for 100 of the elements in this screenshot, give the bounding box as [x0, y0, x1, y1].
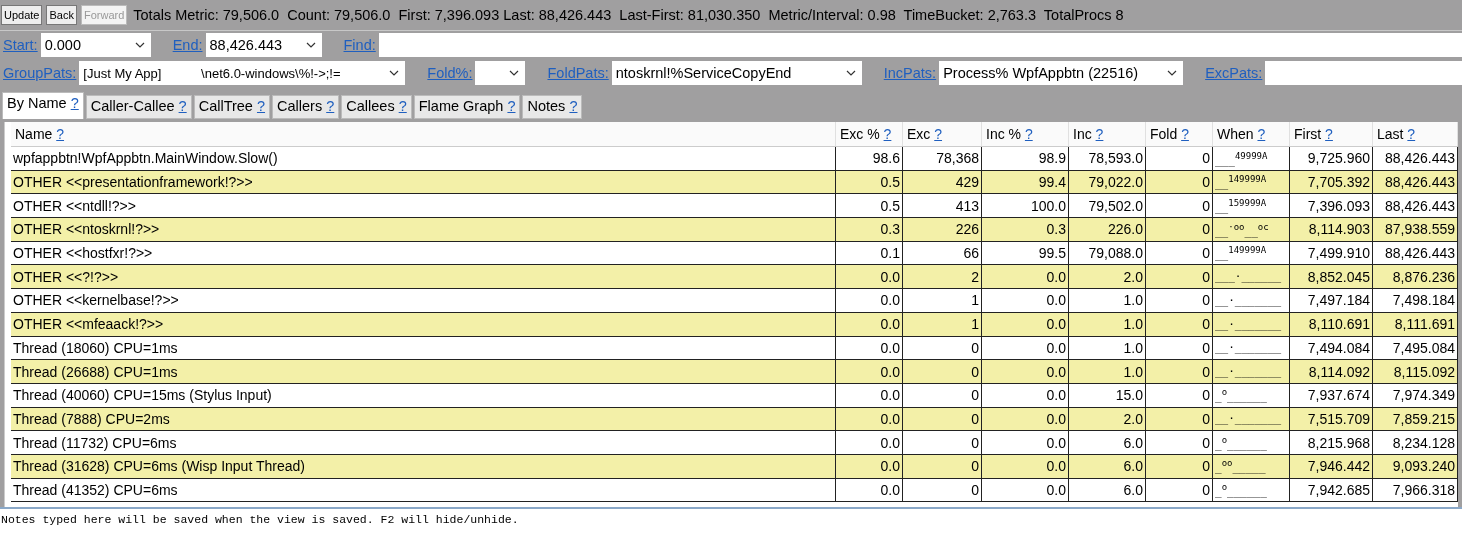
table-cell: Thread (40060) CPU=15ms (Stylus Input) — [11, 383, 836, 408]
combo-box[interactable]: Process% WpfAppbtn (22516) — [939, 61, 1184, 85]
tab[interactable]: Caller-Callee ? — [85, 95, 192, 119]
caret-icon — [389, 70, 400, 76]
timeline-cell: _$^{o}$______ — [1212, 430, 1290, 455]
column-header[interactable]: Exc ? — [902, 122, 982, 147]
caret-icon — [1167, 70, 1178, 76]
help-link[interactable]: ? — [256, 98, 266, 114]
table-cell: 78,593.0 — [1068, 146, 1146, 171]
table-cell: 6.0 — [1068, 478, 1146, 502]
table-cell: 98.6 — [835, 146, 903, 171]
tab[interactable]: Callees ? — [341, 95, 412, 119]
table-cell: OTHER <<hostfxr!?>> — [11, 241, 836, 265]
help-link[interactable]: ? — [1407, 126, 1416, 142]
table-cell: 7,974.349 — [1372, 383, 1458, 408]
table-cell: 88,426.443 — [1372, 241, 1458, 265]
table-cell: 0.0 — [835, 288, 903, 313]
column-header[interactable]: First ? — [1289, 122, 1373, 147]
input-field[interactable] — [378, 33, 1462, 57]
table-cell: OTHER <<ntoskrnl!?>> — [11, 217, 836, 242]
table-cell: 0 — [1145, 146, 1213, 171]
column-label: Fold — [1150, 126, 1179, 142]
table-cell: 0 — [1145, 193, 1213, 218]
table-cell: 0.0 — [981, 288, 1069, 313]
combo-box[interactable]: 88,426.443 — [205, 33, 322, 57]
tab[interactable]: By Name ? — [2, 92, 84, 119]
table-cell: 1.0 — [1068, 288, 1146, 313]
caret-icon — [134, 42, 145, 48]
help-link[interactable]: ? — [56, 126, 65, 142]
tab[interactable]: Callers ? — [272, 95, 340, 119]
help-link[interactable]: ? — [1024, 126, 1033, 142]
table-cell: 99.5 — [981, 241, 1069, 265]
tab[interactable]: CallTree ? — [193, 95, 271, 119]
table-cell: Thread (18060) CPU=1ms — [11, 336, 836, 360]
caret-icon — [305, 42, 316, 48]
table-cell: 88,426.443 — [1372, 193, 1458, 218]
combo-box[interactable]: 0.000 — [40, 33, 151, 57]
combo-box[interactable]: [Just My App] \net6.0-windows\%!->;!= — [79, 61, 406, 85]
totals-summary: Totals Metric: 79,506.0 Count: 79,506.0 First: 7,396.093 Last: 88,426.443 Last-First: 81,030.350 Metric/Interval: 0.98 TimeBucket: 2,763.3 TotalProcs 8 — [133, 7, 1124, 23]
column-header[interactable]: Inc % ? — [981, 122, 1069, 147]
table-cell: 8,234.128 — [1372, 430, 1458, 455]
table-cell: 1 — [902, 288, 982, 313]
column-header[interactable]: Name ? — [11, 122, 836, 147]
table-cell: 7,499.910 — [1289, 241, 1373, 265]
table-cell: 0.0 — [981, 478, 1069, 502]
table-cell: 413 — [902, 193, 982, 218]
column-header[interactable]: When ? — [1212, 122, 1290, 147]
table-cell: 0 — [1145, 241, 1213, 265]
help-link[interactable]: ? — [1325, 126, 1333, 142]
table-cell: 0 — [902, 430, 982, 455]
tab[interactable]: Notes ? — [522, 95, 583, 119]
help-link[interactable]: ? — [70, 95, 79, 111]
table-cell: 98.9 — [981, 146, 1069, 171]
table-cell: 8,215.968 — [1289, 430, 1373, 455]
table-cell: 0 — [902, 478, 982, 502]
timeline-cell: _$^{o}$______ — [1212, 478, 1290, 502]
table-cell: 0 — [1145, 430, 1213, 455]
table-cell: wpfappbtn!WpfAppbtn.MainWindow.Slow() — [11, 146, 836, 171]
toolbar-button[interactable]: Back — [46, 5, 77, 25]
combo-box[interactable] — [475, 61, 526, 85]
column-label: When — [1217, 126, 1255, 142]
table-cell: 7,396.093 — [1289, 193, 1373, 218]
help-link[interactable]: ? — [326, 98, 335, 114]
input-field[interactable] — [1265, 61, 1462, 85]
tab[interactable]: Flame Graph ? — [413, 95, 521, 119]
help-link[interactable]: ? — [934, 126, 943, 142]
table-cell: 79,502.0 — [1068, 193, 1146, 218]
table-cell: OTHER <<presentationframework!?>> — [11, 170, 836, 194]
table-cell: Thread (41352) CPU=6ms — [11, 478, 836, 502]
help-link[interactable]: ? — [883, 126, 892, 142]
table-cell: 0.0 — [981, 336, 1069, 360]
help-link[interactable]: ? — [1257, 126, 1266, 142]
help-link[interactable]: ? — [1095, 126, 1104, 142]
combo-box[interactable]: ntoskrnl!%ServiceCopyEnd — [611, 61, 862, 85]
column-header[interactable]: Fold ? — [1145, 122, 1213, 147]
timeline-cell: __·_______ — [1212, 288, 1290, 313]
table-cell: 66 — [902, 241, 982, 265]
help-link[interactable]: ? — [1181, 126, 1189, 142]
help-link[interactable]: ? — [398, 98, 407, 114]
help-link[interactable]: ? — [569, 98, 578, 114]
table-cell: 79,088.0 — [1068, 241, 1146, 265]
table-cell: 0.0 — [835, 383, 903, 408]
table-cell: 9,725.960 — [1289, 146, 1373, 171]
column-header[interactable]: Last ? — [1372, 122, 1458, 147]
table-cell: 7,942.685 — [1289, 478, 1373, 502]
column-header[interactable]: Exc % ? — [835, 122, 903, 147]
table-cell: 7,494.084 — [1289, 336, 1373, 360]
help-link[interactable]: ? — [178, 98, 187, 114]
timeline-cell: __·_______ — [1212, 336, 1290, 360]
column-label: Exc % — [840, 126, 881, 142]
table-cell: 88,426.443 — [1372, 146, 1458, 171]
help-link[interactable]: ? — [507, 98, 516, 114]
column-label: Name — [15, 126, 54, 142]
notes-text[interactable]: Notes typed here will be saved when the view is saved. F2 will hide/unhide. — [0, 507, 1462, 558]
column-header[interactable]: Inc ? — [1068, 122, 1146, 147]
caret-icon — [509, 70, 520, 76]
timeline-cell: ___$^{49999A}$ — [1212, 146, 1290, 171]
table-cell: 0 — [1145, 336, 1213, 360]
toolbar-button[interactable]: Update — [1, 5, 43, 25]
caret-icon — [845, 70, 856, 76]
